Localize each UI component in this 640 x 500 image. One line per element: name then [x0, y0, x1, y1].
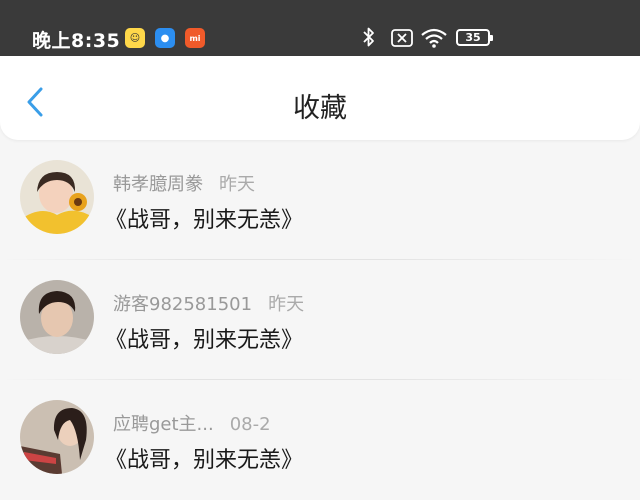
author-name: 韩孝臆周豢 [113, 174, 203, 195]
mi-app-icon: mi [185, 28, 205, 48]
bluetooth-icon [363, 27, 374, 47]
battery-indicator: 35 [456, 29, 493, 46]
item-time: 昨天 [268, 294, 305, 315]
item-time: 08-2 [229, 414, 271, 435]
message-app-icon: ● [155, 28, 175, 48]
avatar [20, 160, 94, 234]
list-item[interactable]: 游客982581501 昨天 《战哥，别来无恙》 [0, 260, 640, 380]
chat-app-icon: ☺ [125, 28, 145, 48]
author-name: 游客982581501 [113, 294, 253, 315]
item-meta: 游客982581501 昨天 [113, 290, 304, 316]
wifi-icon [421, 28, 447, 48]
list-item[interactable]: 韩孝臆周豢 昨天 《战哥，别来无恙》 [0, 140, 640, 260]
avatar [20, 400, 94, 474]
status-bar: 晚上8:35 ☺ ● mi 35 [0, 0, 640, 56]
item-title: 《战哥，别来无恙》 [105, 448, 304, 473]
item-time: 昨天 [219, 174, 255, 195]
item-title: 《战哥，别来无恙》 [105, 208, 304, 233]
list-item[interactable]: 应聘get主... 08-2 《战哥，别来无恙》 [0, 380, 640, 500]
author-name: 应聘get主... [113, 414, 214, 435]
item-title: 《战哥，别来无恙》 [105, 328, 304, 353]
avatar [20, 280, 94, 354]
status-time: 晚上8:35 [32, 30, 121, 52]
favorites-list: 韩孝臆周豢 昨天 《战哥，别来无恙》 游客982581501 昨天 《战哥，别来无恙… [0, 140, 640, 500]
nav-bar: 收藏 [0, 56, 640, 140]
item-meta: 韩孝臆周豢 昨天 [113, 170, 255, 196]
page-title: 收藏 [293, 93, 347, 124]
item-meta: 应聘get主... 08-2 [113, 410, 271, 436]
sim-off-icon [391, 29, 413, 47]
